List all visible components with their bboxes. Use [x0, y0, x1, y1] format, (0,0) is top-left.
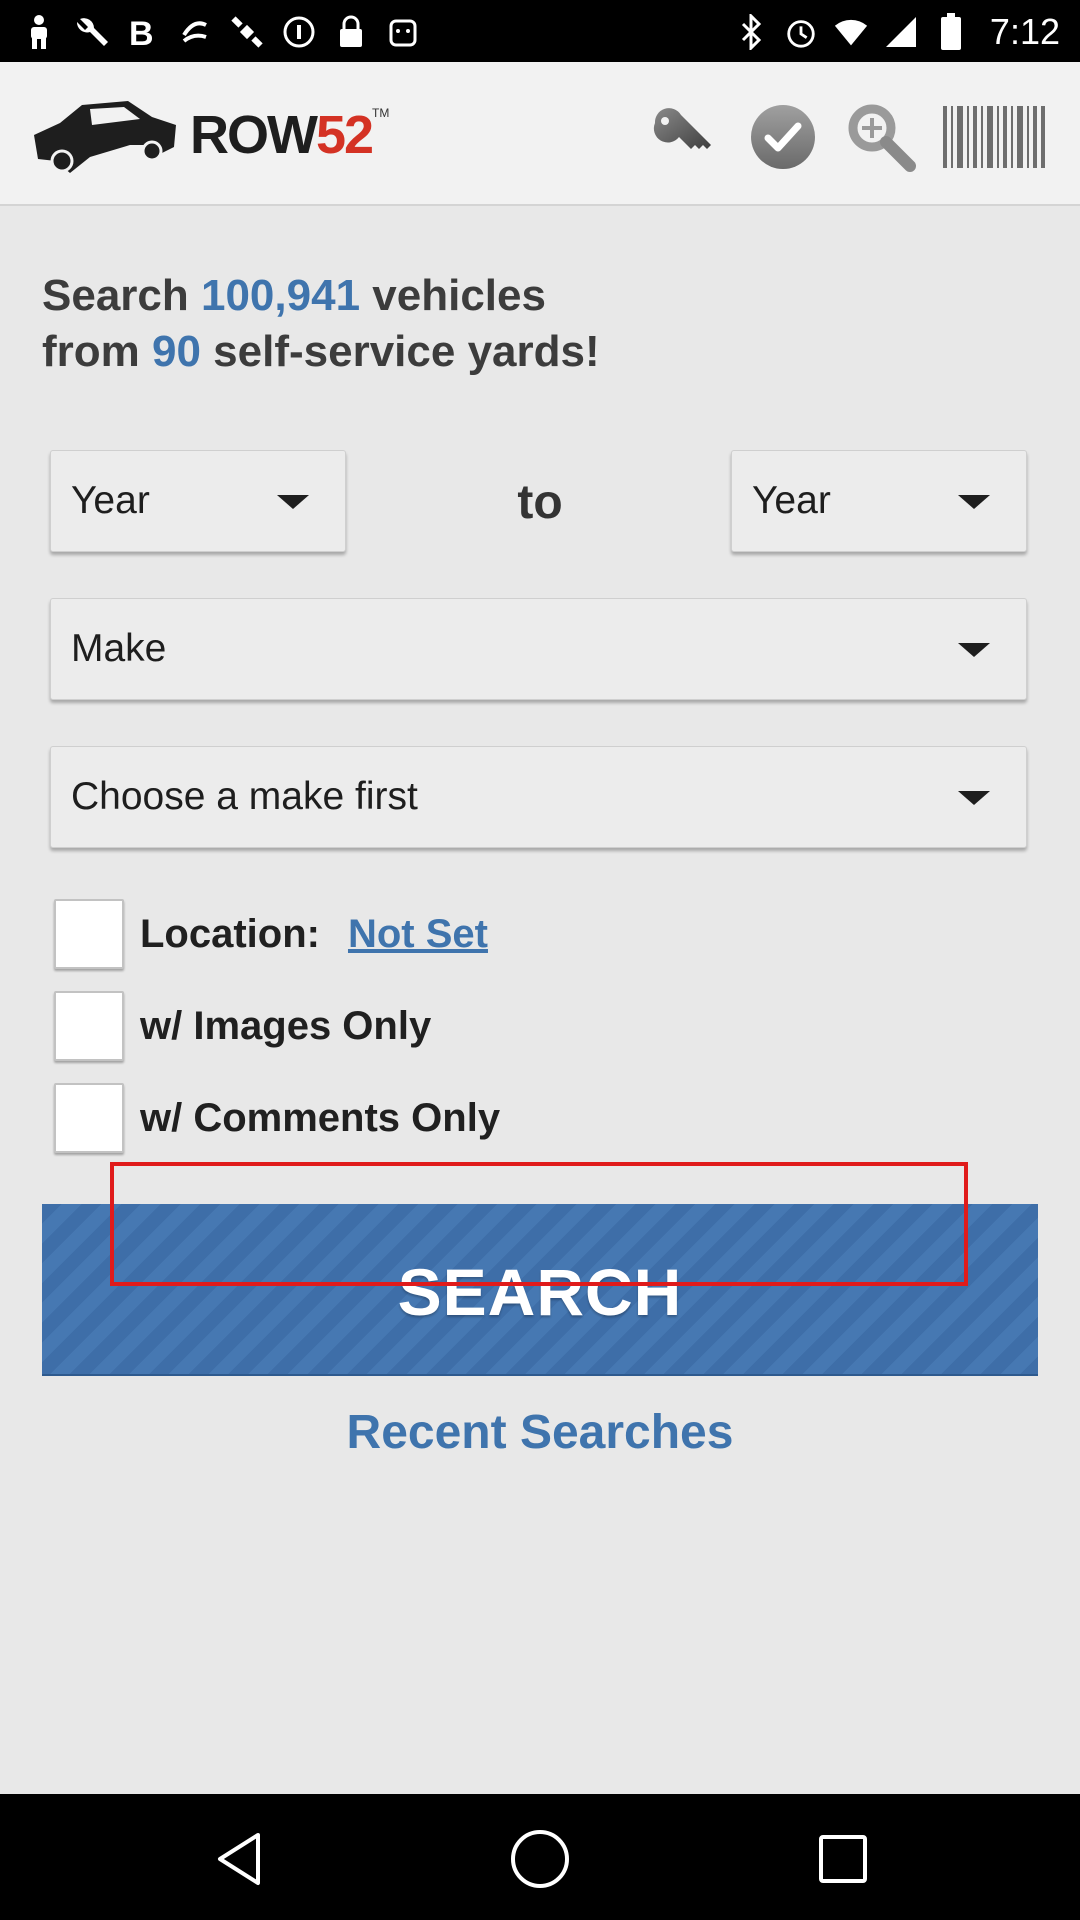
battery-icon: [934, 13, 968, 50]
location-label: Location:: [140, 911, 320, 956]
clock: 7:12: [989, 11, 1060, 52]
images-only-label[interactable]: w/ Images Only: [140, 1004, 431, 1049]
chevron-down-icon: [958, 791, 990, 805]
chevron-down-icon: [958, 495, 990, 509]
magnifier-icon[interactable]: [844, 100, 918, 174]
year-from-dropdown[interactable]: Year: [50, 450, 346, 552]
bluetooth-icon: [734, 14, 768, 50]
search-button[interactable]: SEARCH: [42, 1204, 1038, 1376]
recent-apps-icon[interactable]: [808, 1824, 878, 1894]
recent-searches-link[interactable]: Recent Searches: [0, 1405, 1080, 1460]
vehicle-count: 100,941: [200, 271, 361, 320]
location-link[interactable]: Not Set: [348, 912, 488, 957]
wrench-icon: [74, 15, 108, 49]
person-icon: [22, 15, 56, 49]
status-bar: B 7:12: [0, 0, 1080, 62]
chevron-down-icon: [277, 495, 309, 509]
images-only-checkbox[interactable]: [54, 991, 124, 1061]
bold-b-icon: B: [126, 15, 160, 49]
logo-wordmark: ROW52: [190, 105, 374, 165]
comments-option: w/ Comments Only: [54, 1080, 500, 1156]
android-icon: [386, 15, 420, 49]
info-circle-icon: [282, 15, 316, 49]
comments-only-label[interactable]: w/ Comments Only: [140, 1096, 500, 1141]
satellite-icon: [230, 15, 264, 49]
signal-icon: [884, 15, 918, 49]
home-icon[interactable]: [505, 1824, 575, 1894]
svg-text:B: B: [129, 15, 154, 49]
make-dropdown[interactable]: Make: [50, 598, 1027, 700]
row52-logo[interactable]: ROW52 TM: [30, 92, 389, 178]
navigation-bar: [0, 1794, 1080, 1920]
model-dropdown[interactable]: Choose a make first: [50, 746, 1027, 848]
barcode-icon[interactable]: [942, 100, 1046, 174]
alarm-icon: [784, 15, 818, 49]
back-icon[interactable]: [204, 1824, 274, 1894]
search-headline: Search 100,941 vehicles from 90 self-ser…: [42, 271, 600, 376]
swipe-icon: [178, 15, 212, 49]
location-checkbox[interactable]: [54, 899, 124, 969]
location-option: Location: Not Set: [54, 896, 488, 972]
wifi-icon: [834, 15, 868, 49]
logo-trademark: TM: [372, 106, 390, 120]
year-to-dropdown[interactable]: Year: [731, 450, 1027, 552]
search-button-label: SEARCH: [397, 1255, 683, 1329]
yard-count: 90: [152, 327, 201, 376]
car-logo-icon: [34, 101, 176, 173]
lock-icon: [334, 15, 368, 49]
app-header: ROW52 TM: [0, 62, 1080, 206]
images-option: w/ Images Only: [54, 988, 431, 1064]
check-icon[interactable]: [746, 100, 820, 174]
chevron-down-icon: [958, 643, 990, 657]
key-icon[interactable]: [646, 100, 720, 174]
to-label: to: [517, 476, 563, 529]
comments-only-checkbox[interactable]: [54, 1083, 124, 1153]
